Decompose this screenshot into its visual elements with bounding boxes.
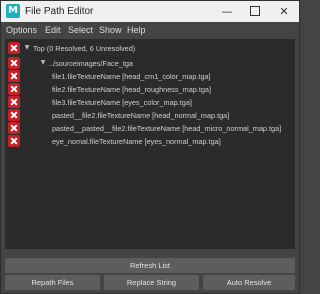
replace-string-button[interactable]: Replace String [104, 275, 199, 290]
expand-arrow-icon[interactable]: ▼ [23, 42, 31, 54]
expand-arrow-icon[interactable]: ▼ [39, 57, 47, 69]
error-icon [8, 122, 20, 134]
repath-files-button[interactable]: Repath Files [5, 275, 100, 290]
maximize-icon [250, 6, 260, 16]
error-icon [8, 70, 20, 82]
file-path-tree[interactable]: ▼ Top (0 Resolved, 6 Unresolved) ▼ ../so… [5, 39, 295, 249]
menu-select[interactable]: Select [68, 22, 93, 39]
menu-options[interactable]: Options [6, 22, 37, 39]
tree-row-file[interactable]: file1.fileTextureName [head_cm1_color_ma… [5, 70, 295, 83]
window-title: File Path Editor [25, 6, 94, 17]
tree-row-root[interactable]: ▼ Top (0 Resolved, 6 Unresolved) [5, 42, 295, 55]
menu-bar: Options Edit Select Show Help [1, 22, 299, 39]
maya-icon: M [6, 4, 20, 18]
close-button[interactable]: ✕ [269, 1, 299, 22]
file-path-editor-window: M File Path Editor — ✕ Options Edit Sele… [0, 0, 300, 294]
maximize-button[interactable] [241, 1, 269, 22]
tree-file-label: file3.fileTextureName [eyes_color_map.tg… [52, 98, 192, 107]
error-icon [8, 57, 20, 69]
auto-resolve-button[interactable]: Auto Resolve [203, 275, 295, 290]
tree-row-file[interactable]: file2.fileTextureName [head_roughness_ma… [5, 83, 295, 96]
error-icon [8, 83, 20, 95]
tree-file-label: file1.fileTextureName [head_cm1_color_ma… [52, 72, 211, 81]
title-bar[interactable]: M File Path Editor — ✕ [1, 1, 299, 23]
refresh-list-button[interactable]: Refresh List [5, 258, 295, 273]
tree-row-file[interactable]: pasted__pasted__file2.fileTextureName [h… [5, 122, 295, 135]
error-icon [8, 135, 20, 147]
tree-row-file[interactable]: eye_nomal.fileTextureName [eyes_normal_m… [5, 135, 295, 148]
tree-row-file[interactable]: pasted__file2.fileTextureName [head_norm… [5, 109, 295, 122]
tree-folder-label: ../sourceimages/Face_tga [49, 59, 133, 68]
menu-show[interactable]: Show [99, 22, 122, 39]
menu-edit[interactable]: Edit [45, 22, 61, 39]
minimize-button[interactable]: — [213, 1, 241, 22]
tree-file-label: pasted__file2.fileTextureName [head_norm… [52, 111, 230, 120]
tree-row-file[interactable]: file3.fileTextureName [eyes_color_map.tg… [5, 96, 295, 109]
error-icon [8, 42, 20, 54]
tree-row-folder[interactable]: ▼ ../sourceimages/Face_tga [5, 57, 295, 70]
menu-help[interactable]: Help [127, 22, 146, 39]
error-icon [8, 96, 20, 108]
close-icon: ✕ [279, 5, 289, 18]
minimize-icon: — [221, 5, 233, 18]
tree-root-label: Top (0 Resolved, 6 Unresolved) [33, 44, 136, 53]
error-icon [8, 109, 20, 121]
tree-file-label: eye_nomal.fileTextureName [eyes_normal_m… [52, 137, 221, 146]
tree-file-label: file2.fileTextureName [head_roughness_ma… [52, 85, 212, 94]
tree-file-label: pasted__pasted__file2.fileTextureName [h… [52, 124, 282, 133]
